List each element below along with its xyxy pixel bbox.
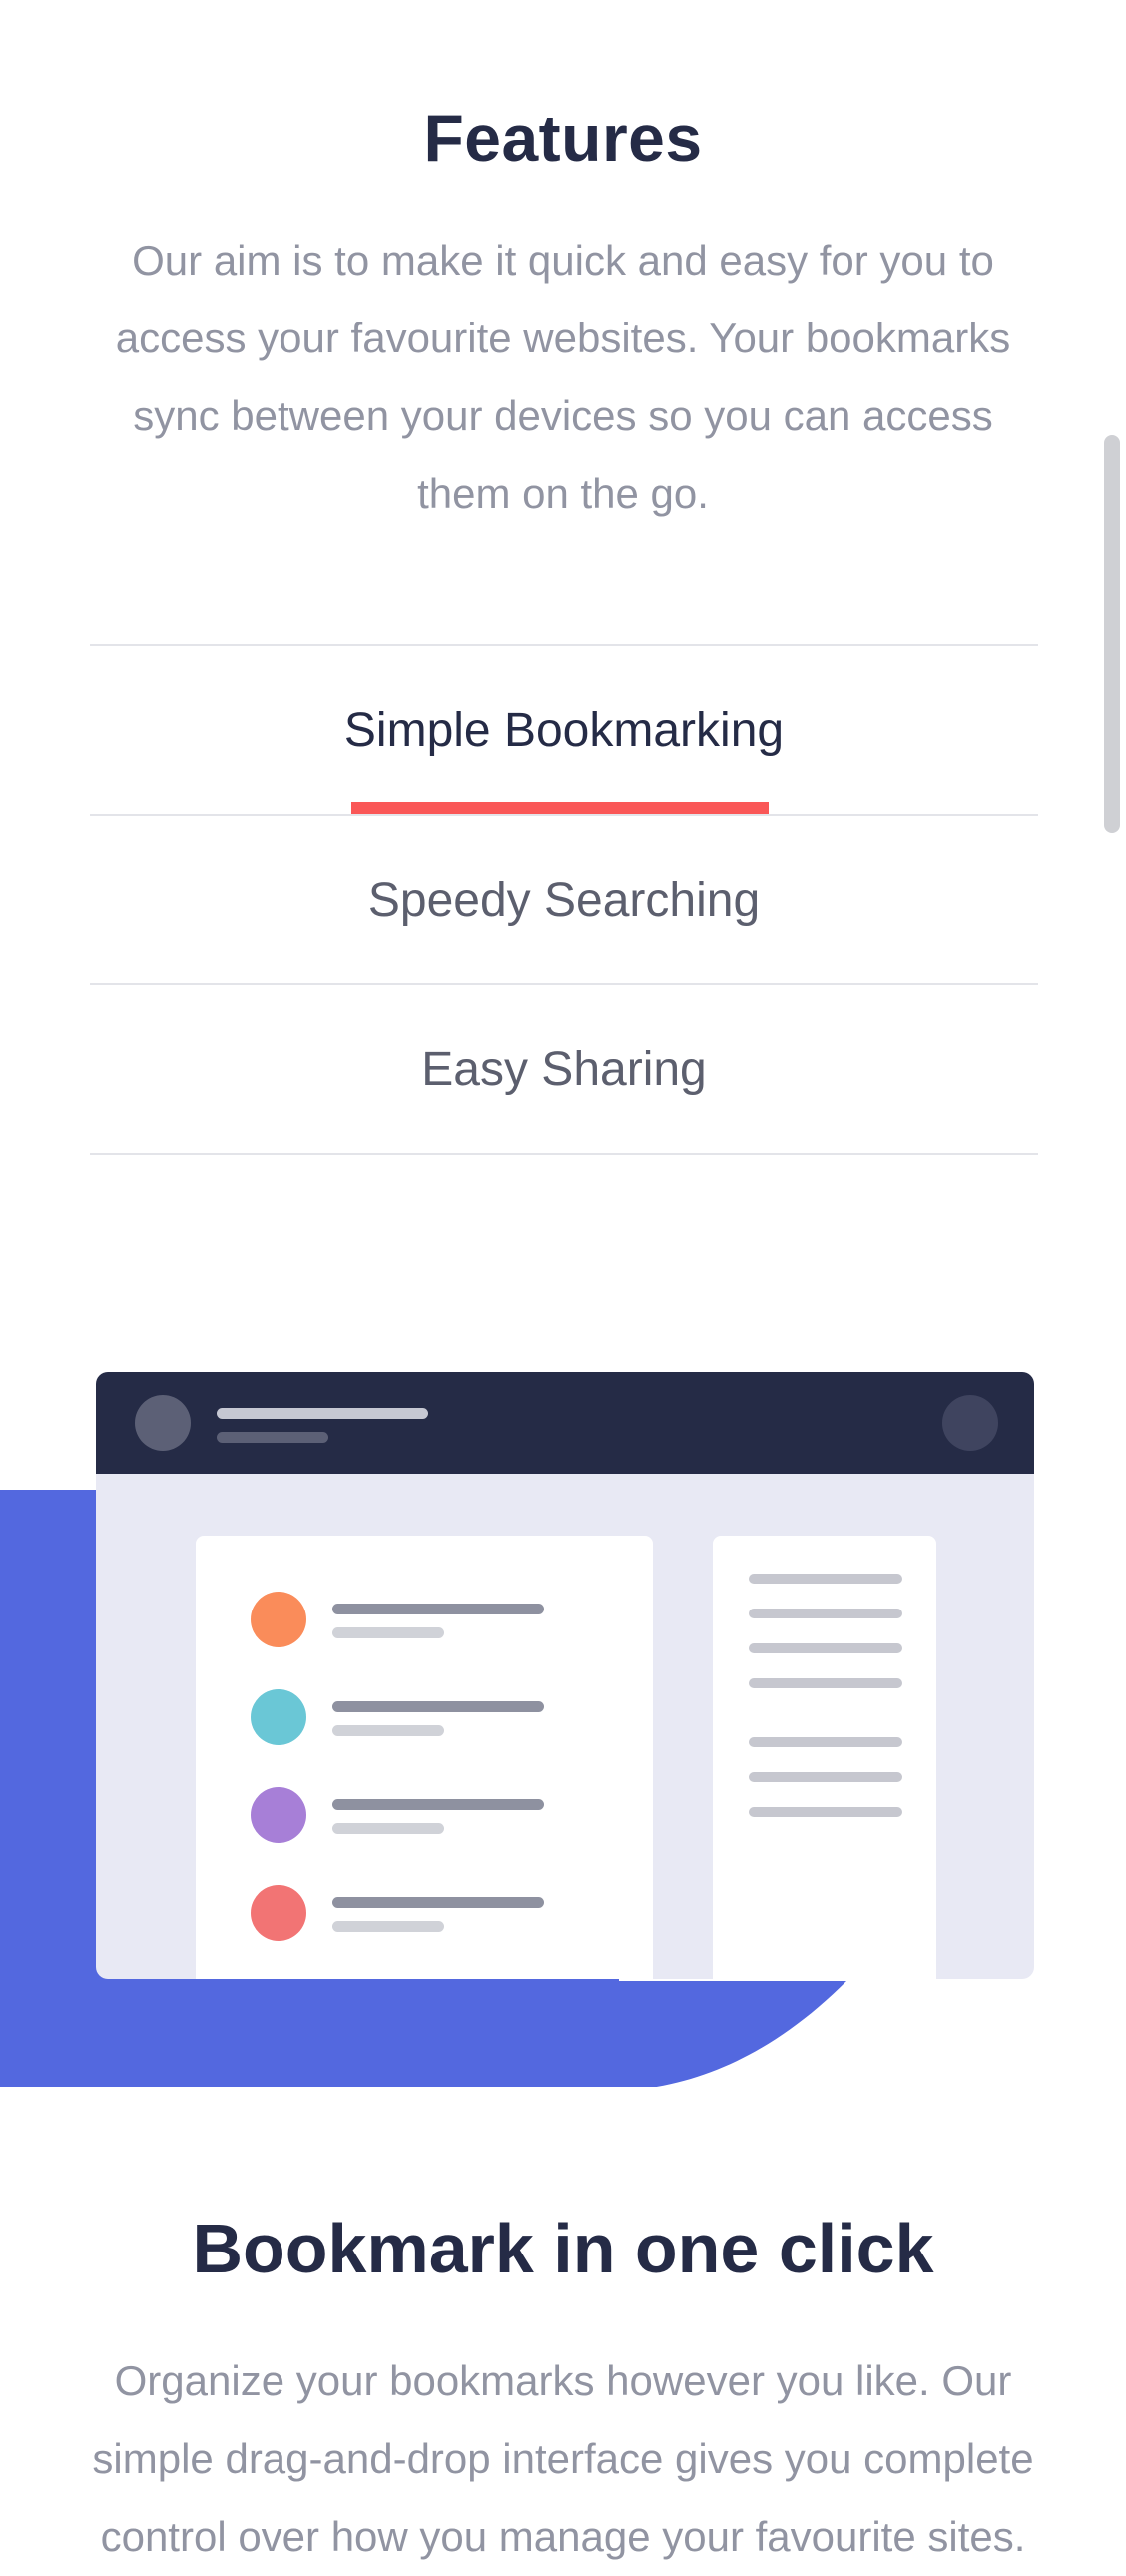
active-tab-indicator	[351, 802, 769, 814]
section-description: Organize your bookmarks however you like…	[92, 2357, 1034, 2560]
tab-speedy-searching[interactable]: Speedy Searching	[90, 814, 1038, 983]
bookmark-app-illustration	[0, 1368, 1126, 2087]
feature-tabs: Simple Bookmarking Speedy Searching Easy…	[90, 644, 1038, 1155]
tab-simple-bookmarking[interactable]: Simple Bookmarking	[90, 644, 1038, 814]
browser-header	[96, 1372, 1034, 1474]
details-panel	[713, 1536, 936, 1979]
section-title: Bookmark in one click	[192, 2210, 934, 2287]
tab-easy-sharing[interactable]: Easy Sharing	[90, 983, 1038, 1155]
tab-label: Speedy Searching	[367, 873, 761, 927]
features-title: Features	[423, 101, 703, 175]
tab-label: Simple Bookmarking	[343, 703, 785, 757]
tab-label: Easy Sharing	[421, 1042, 707, 1096]
scrollbar-thumb[interactable]	[1104, 435, 1120, 833]
header-menu-icon	[942, 1395, 998, 1451]
header-avatar-icon	[135, 1395, 191, 1451]
features-description: Our aim is to make it quick and easy for…	[115, 237, 1011, 517]
